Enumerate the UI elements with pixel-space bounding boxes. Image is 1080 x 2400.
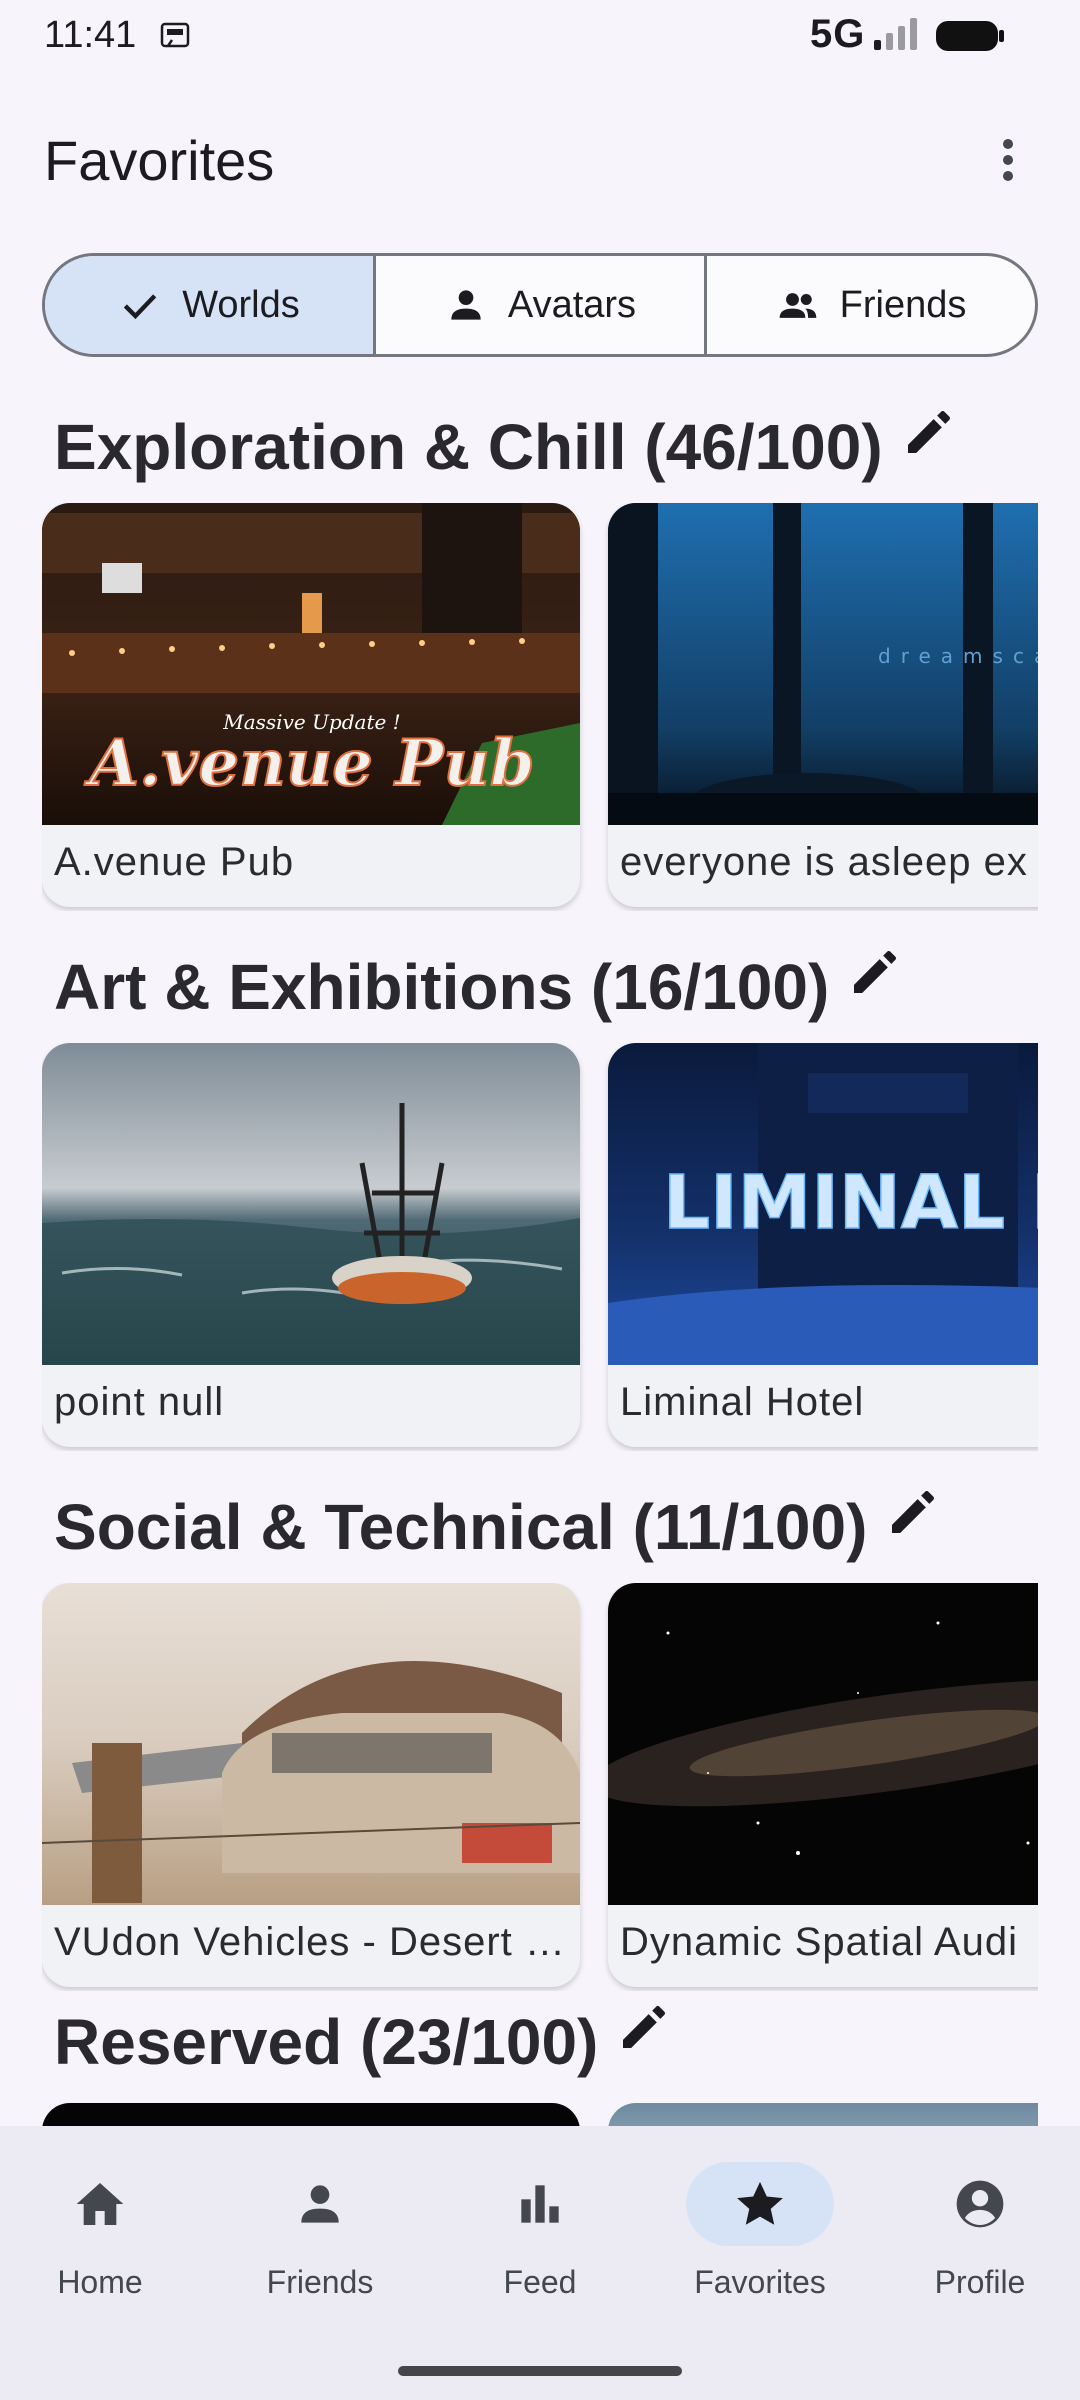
tab-friends-label: Friends xyxy=(839,283,967,326)
nfc-icon xyxy=(160,22,190,48)
world-name: everyone is asleep ex xyxy=(620,840,1028,884)
tab-worlds[interactable]: Worlds xyxy=(45,256,376,354)
world-card[interactable]: dreamscape everyone is asleep ex xyxy=(608,503,1038,907)
world-thumbnail: dreamscape xyxy=(608,503,1038,825)
world-card[interactable]: Massive Update ! A.venue Pub A.venue Pub xyxy=(42,503,580,907)
page-title: Favorites xyxy=(44,129,275,192)
world-thumbnail: Massive Update ! A.venue Pub xyxy=(42,503,580,825)
network-type: 5G xyxy=(810,12,866,56)
nav-label: Profile xyxy=(934,2264,1026,2300)
group-icon xyxy=(779,293,816,318)
account-circle-icon xyxy=(956,2180,1004,2228)
check-icon xyxy=(123,294,157,320)
edit-icon[interactable] xyxy=(901,404,957,460)
more-vert-icon[interactable] xyxy=(976,128,1040,192)
world-thumbnail: LIMINAL HOTEL xyxy=(608,1043,1038,1365)
bar-chart-icon xyxy=(521,2185,559,2223)
home-icon xyxy=(76,2183,124,2225)
image-caption: dreamscape xyxy=(878,644,1038,668)
nav-profile[interactable]: Profile xyxy=(880,2162,1080,2301)
star-icon xyxy=(737,2181,783,2225)
edit-icon[interactable] xyxy=(847,944,903,1000)
world-card[interactable]: point null xyxy=(42,1043,580,1447)
person-icon xyxy=(451,290,481,320)
world-thumbnail xyxy=(42,1043,580,1365)
nav-label: Favorites xyxy=(694,2264,826,2300)
image-caption-big: A.venue Pub xyxy=(84,726,534,801)
world-name: A.venue Pub xyxy=(54,840,295,884)
image-caption: LIMINAL HOTEL xyxy=(663,1160,1038,1246)
edit-icon[interactable] xyxy=(616,1999,672,2055)
section-title: Art & Exhibitions (16/100) xyxy=(54,951,830,1023)
nav-label: Friends xyxy=(266,2264,374,2300)
section-title: Exploration & Chill (46/100) xyxy=(54,411,883,483)
app-bar: Favorites xyxy=(0,100,1080,220)
edit-icon[interactable] xyxy=(885,1484,941,1540)
world-thumbnail xyxy=(42,1583,580,1905)
nav-friends[interactable]: Friends xyxy=(220,2162,420,2301)
tab-worlds-label: Worlds xyxy=(182,283,300,326)
world-card[interactable]: Dynamic Spatial Audi xyxy=(608,1583,1038,1987)
world-name: point null xyxy=(54,1380,225,1424)
home-indicator[interactable] xyxy=(398,2366,682,2376)
status-bar: 11:41 5G xyxy=(0,0,1080,72)
battery-icon xyxy=(936,21,1004,51)
world-thumbnail xyxy=(608,1583,1038,1905)
world-name: Liminal Hotel xyxy=(620,1380,865,1424)
tab-avatars[interactable]: Avatars xyxy=(376,256,707,354)
nav-label: Feed xyxy=(503,2264,577,2300)
status-time: 11:41 xyxy=(44,14,137,56)
signal-icon xyxy=(874,18,917,50)
tab-avatars-label: Avatars xyxy=(507,283,637,326)
world-card[interactable]: VUdon Vehicles - Desert … xyxy=(42,1583,580,1987)
tab-friends[interactable]: Friends xyxy=(707,256,1035,354)
favorites-type-tabs: Worlds Avatars Friends xyxy=(42,253,1038,357)
world-card[interactable]: LIMINAL HOTEL Liminal Hotel xyxy=(608,1043,1038,1447)
nav-home[interactable]: Home xyxy=(0,2162,200,2301)
nav-label: Home xyxy=(57,2264,143,2300)
person-icon xyxy=(301,2185,339,2223)
nav-favorites[interactable]: Favorites xyxy=(660,2162,860,2301)
section-title: Social & Technical (11/100) xyxy=(54,1491,868,1563)
section-title: Reserved (23/100) xyxy=(54,2006,599,2078)
nav-feed[interactable]: Feed xyxy=(440,2162,640,2301)
bottom-navigation: Home Friends Feed Favorites Profile xyxy=(0,2126,1080,2400)
world-name: VUdon Vehicles - Desert … xyxy=(54,1920,566,1964)
world-name: Dynamic Spatial Audi xyxy=(620,1920,1018,1964)
